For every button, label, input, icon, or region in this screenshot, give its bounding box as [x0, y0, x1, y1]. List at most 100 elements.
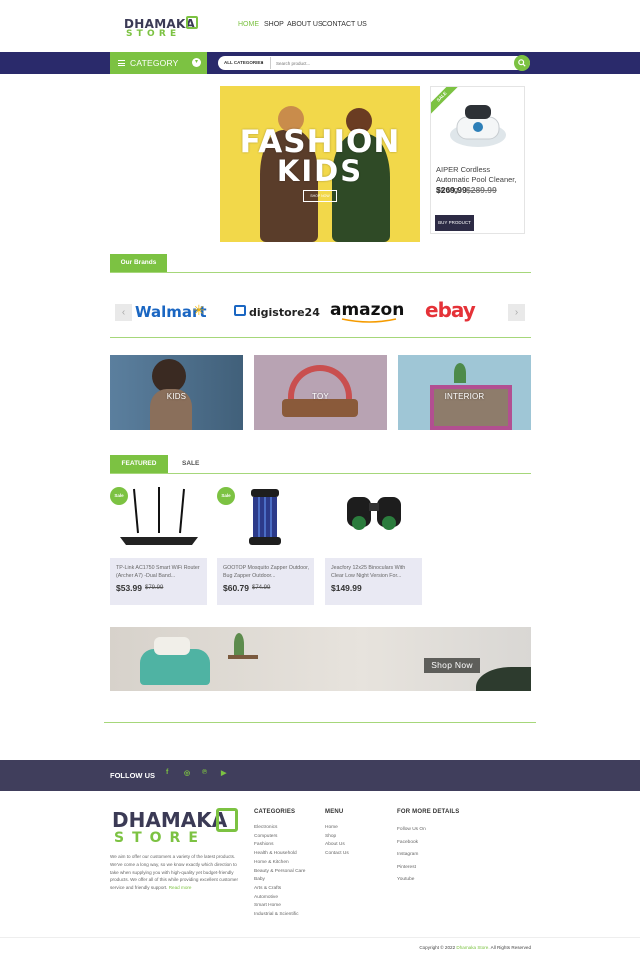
banner-shop-now-button[interactable]: Shop Now [424, 658, 480, 673]
kids-photo [152, 359, 186, 393]
category-tile-kids[interactable]: KIDS [110, 355, 243, 430]
footer-link[interactable]: Facebook [397, 837, 426, 850]
copyright-divider [0, 937, 640, 938]
hero-shop-now-button[interactable]: SHOP NOW [303, 190, 337, 202]
brand-digistore[interactable]: digistore24 [249, 306, 320, 319]
site-logo[interactable]: DHAMAKA STORE [124, 14, 200, 40]
category-label: CATEGORY [130, 58, 179, 68]
copyright-suffix: All Rights Reserved [490, 945, 531, 950]
footer-link[interactable]: Smart Home [254, 902, 305, 911]
category-label: INTERIOR [444, 392, 485, 401]
toy-base [282, 399, 358, 417]
footer-link: Follow Us On [397, 827, 426, 832]
brand-ebay[interactable]: ebay [425, 298, 476, 322]
product-price: $53.99 [116, 583, 142, 593]
footer-details-list: Follow Us On Facebook Instagram Pinteres… [397, 824, 426, 887]
section-divider [110, 473, 531, 474]
footer-link[interactable]: Health & Household [254, 850, 305, 859]
interior-plant [454, 363, 466, 383]
footer-link[interactable]: Fashions [254, 841, 305, 850]
pinterest-icon[interactable]: ℗ [202, 769, 207, 776]
footer-link[interactable]: Shop [325, 833, 349, 842]
plant-image [234, 633, 244, 655]
product-title[interactable]: GOOTOP Mosquito Zapper Outdoor, Bug Zapp… [223, 564, 311, 580]
footer-link[interactable]: Computers [254, 833, 305, 842]
category-menu-button[interactable]: CATEGORY ▾ [110, 52, 207, 74]
mosquito-zapper-image [249, 489, 281, 545]
footer-menu-list: Home Shop About Us Contact Us [325, 824, 349, 859]
logo-subtext: STORE [114, 830, 206, 846]
category-tile-interior[interactable]: INTERIOR [398, 355, 531, 430]
digistore-icon [234, 305, 246, 316]
footer-menu-heading: MENU [325, 809, 344, 815]
category-label: KIDS [166, 392, 187, 401]
search-icon[interactable] [514, 55, 530, 71]
footer-link[interactable]: Instagram [397, 849, 426, 862]
footer-link[interactable]: Electronics [254, 824, 305, 833]
follow-us-bar: FOLLOW US f ◎ ℗ ▶ [0, 760, 640, 791]
section-divider [110, 272, 531, 273]
cushion-image [154, 637, 190, 655]
section-divider [110, 337, 531, 338]
search-input[interactable] [270, 57, 510, 69]
footer-link[interactable]: Beauty & Personal Care [254, 868, 305, 877]
read-more-link[interactable]: Read more [169, 885, 192, 890]
footer-link[interactable]: Arts & Crafts [254, 885, 305, 894]
category-select[interactable]: ALL CATEGORIES [224, 60, 263, 65]
sale-product-card[interactable]: SALE AIPER Cordless Automatic Pool Clean… [430, 86, 525, 234]
nav-home[interactable]: HOME [238, 21, 259, 28]
footer-categories-heading: CATEGORIES [254, 809, 296, 815]
product-price: $60.79 [223, 583, 249, 593]
instagram-icon[interactable]: ◎ [184, 769, 190, 777]
product-card[interactable]: Sale GOOTOP Mosquito Zapper Outdoor, Bug… [217, 485, 314, 605]
footer-link[interactable]: Automotive [254, 894, 305, 903]
footer-divider [104, 722, 536, 723]
category-tile-toy[interactable]: TOY [254, 355, 387, 430]
sale-badge: Sale [217, 487, 235, 505]
side-table-image [228, 655, 258, 659]
footer-link[interactable]: About Us [325, 841, 349, 850]
footer-logo[interactable]: DHAMAKA STORE [112, 806, 242, 846]
facebook-icon[interactable]: f [166, 769, 168, 776]
search-form: ALL CATEGORIES ▾ [218, 55, 530, 71]
tab-featured[interactable]: FEATURED [110, 455, 168, 473]
brands-prev-arrow[interactable]: ‹ [115, 304, 132, 321]
youtube-icon[interactable]: ▶ [221, 769, 226, 777]
category-label: TOY [312, 392, 329, 401]
product-card[interactable]: Jeacfory 12x25 Binoculars With Clear Low… [325, 485, 422, 605]
product-price: $149.99 [331, 583, 362, 593]
pool-cleaner-image [450, 105, 506, 147]
footer-link[interactable]: Home & Kitchen [254, 859, 305, 868]
product-card[interactable]: Sale TP-Link AC1750 Smart WiFi Router (A… [110, 485, 207, 605]
footer-link[interactable]: Baby [254, 876, 305, 885]
product-title[interactable]: Jeacfory 12x25 Binoculars With Clear Low… [331, 564, 419, 580]
amazon-smile-icon [341, 318, 397, 323]
binoculars-image [347, 497, 401, 530]
promo-banner[interactable]: Shop Now [110, 627, 531, 691]
brands-next-arrow[interactable]: › [508, 304, 525, 321]
footer-link[interactable]: Youtube [397, 874, 426, 887]
footer-details-heading: FOR MORE DETAILS [397, 809, 460, 815]
dropdown-arrow-icon: ▾ [261, 60, 264, 65]
hamburger-icon [118, 60, 125, 66]
footer-link[interactable]: Pinterest [397, 862, 426, 875]
buy-product-button[interactable]: BUY PRODUCT [435, 215, 474, 231]
sale-old-price: $289.99 [466, 185, 497, 195]
brand-amazon[interactable]: amazon [330, 300, 404, 320]
product-old-price: $79.99 [145, 585, 164, 591]
nav-contact[interactable]: CONTACT US [322, 21, 367, 28]
tab-sale[interactable]: SALE [182, 455, 212, 473]
shopping-bag-icon [186, 16, 198, 29]
nav-shop[interactable]: SHOP [264, 21, 284, 28]
product-title[interactable]: TP-Link AC1750 Smart WiFi Router (Archer… [116, 564, 204, 580]
shopping-bag-icon [216, 808, 238, 832]
footer-link[interactable]: Contact Us [325, 850, 349, 859]
footer-link[interactable]: Home [325, 824, 349, 833]
copyright-brand-link[interactable]: Dhamaka Store. [456, 945, 489, 950]
footer-about: We aim to offer our customers a variety … [110, 853, 245, 892]
footer-link[interactable]: Industrial & Scientific [254, 911, 305, 920]
hero-banner[interactable]: FASHION KIDS SHOP NOW [220, 86, 420, 242]
copyright: Copyright © 2022 Dhamaka Store. All Righ… [419, 945, 531, 950]
router-image [120, 487, 198, 545]
nav-about[interactable]: ABOUT US [287, 21, 323, 28]
